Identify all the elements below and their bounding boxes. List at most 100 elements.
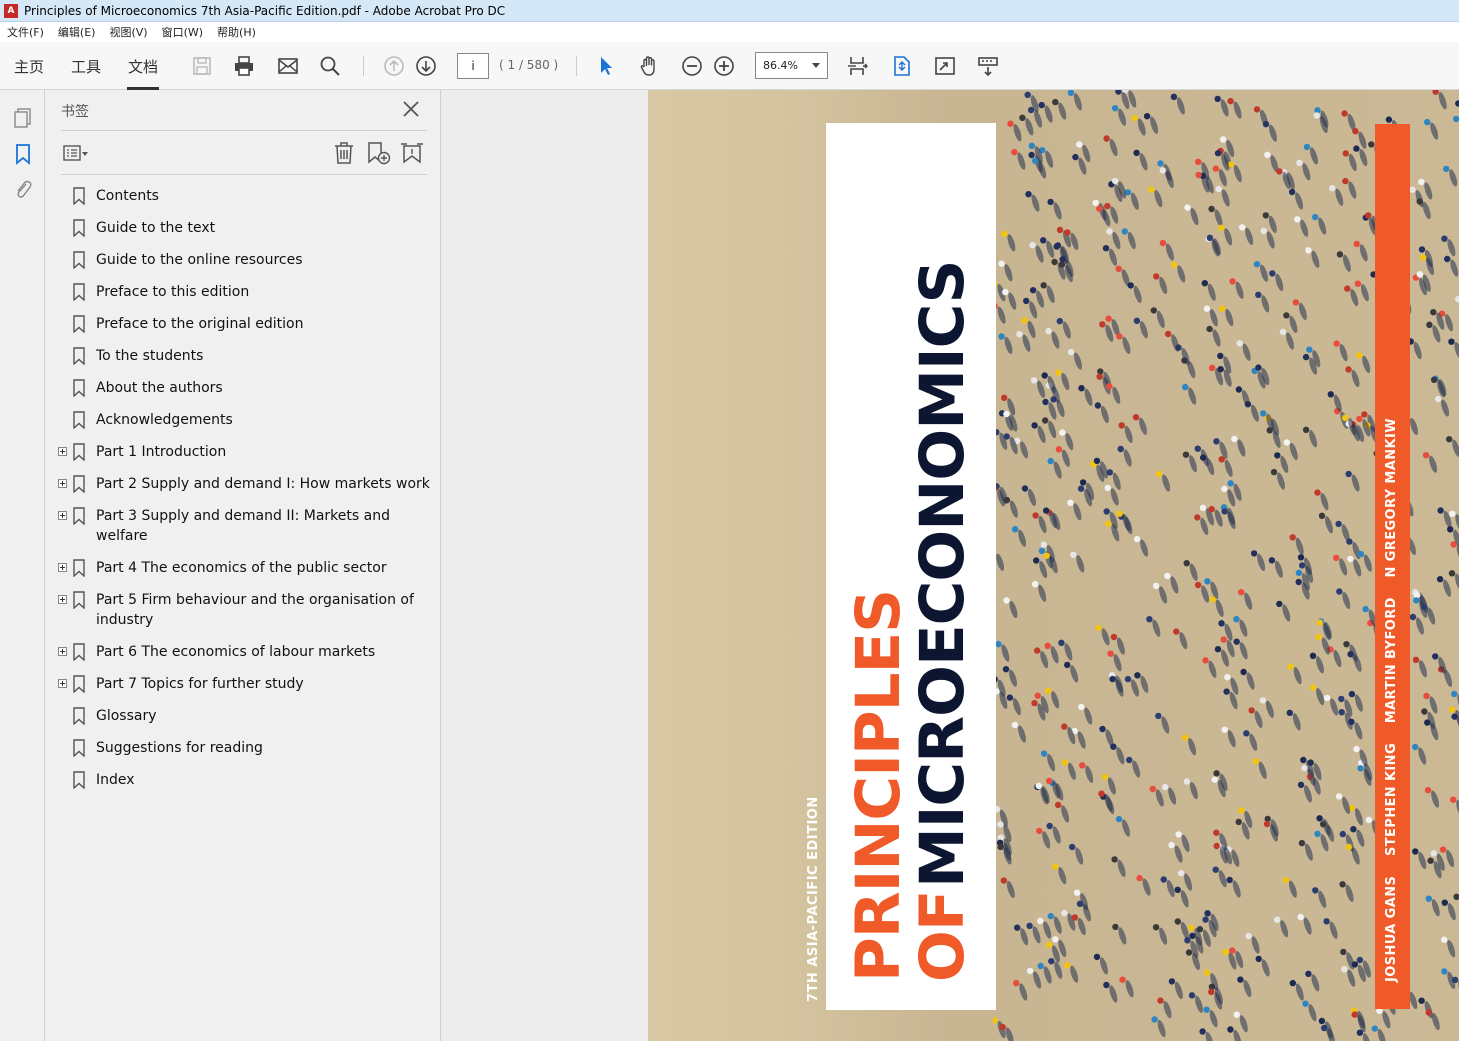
expand-plus-icon[interactable]	[58, 679, 67, 688]
bookmark-item[interactable]: Index	[45, 770, 441, 790]
bookmark-label: Preface to this edition	[96, 284, 250, 300]
bookmark-item[interactable]: Part 1 Introduction	[45, 442, 441, 462]
tab-document[interactable]: 文档	[127, 42, 160, 90]
bookmark-item[interactable]: Part 2 Supply and demand I: How markets …	[45, 474, 441, 494]
tab-home[interactable]: 主页	[14, 42, 44, 90]
bookmark-label: To the students	[96, 348, 204, 364]
bookmark-item[interactable]: Part 5 Firm behaviour and the organisati…	[45, 590, 441, 630]
title-bar: A Principles of Microeconomics 7th Asia-…	[0, 0, 1459, 22]
menu-view[interactable]: 视图(V)	[102, 24, 154, 40]
bookmark-icon	[73, 739, 85, 758]
book-cover-page: 7TH ASIA-PACIFIC EDITION PRINCIPLES OF M…	[648, 90, 1459, 1041]
bookmark-item[interactable]: Guide to the online resources	[45, 250, 441, 270]
print-icon[interactable]	[232, 54, 256, 78]
bookmark-label: Guide to the text	[96, 220, 216, 236]
bookmark-label: Part 5 Firm behaviour and the organisati…	[96, 592, 414, 628]
zoom-in-icon[interactable]	[712, 54, 736, 78]
close-icon[interactable]	[400, 98, 422, 120]
bookmark-item[interactable]: Part 3 Supply and demand II: Markets and…	[45, 506, 441, 546]
bookmark-label: About the authors	[96, 380, 223, 396]
menu-file[interactable]: 文件(F)	[0, 24, 51, 40]
bookmark-item[interactable]: Guide to the text	[45, 218, 441, 238]
select-tool-icon[interactable]	[594, 54, 618, 78]
delete-bookmark-icon[interactable]	[331, 140, 357, 166]
divider	[61, 174, 427, 175]
bookmark-label: Part 1 Introduction	[96, 444, 227, 460]
bookmark-label: Part 3 Supply and demand II: Markets and…	[96, 508, 390, 544]
bookmark-icon	[73, 219, 85, 238]
email-icon[interactable]	[276, 54, 300, 78]
expand-plus-icon[interactable]	[58, 511, 67, 520]
bookmark-item[interactable]: Part 6 The economics of labour markets	[45, 642, 441, 662]
bookmark-icon	[73, 379, 85, 398]
bookmark-item[interactable]: Preface to the original edition	[45, 314, 441, 334]
bookmark-label: Suggestions for reading	[96, 740, 263, 756]
cover-title-of: OF	[907, 890, 978, 982]
attachments-icon[interactable]	[11, 178, 35, 202]
bookmark-label: Acknowledgements	[96, 412, 233, 428]
hand-tool-icon[interactable]	[637, 54, 661, 78]
cover-title-microeconomics: MICROECONOMICS	[907, 260, 978, 888]
menu-bar: 文件(F) 编辑(E) 视图(V) 窗口(W) 帮助(H)	[0, 22, 1459, 42]
bookmark-icon	[73, 771, 85, 790]
bookmark-options-icon[interactable]	[62, 140, 88, 166]
expand-plus-icon[interactable]	[58, 563, 67, 572]
menu-edit[interactable]: 编辑(E)	[51, 24, 103, 40]
previous-page-icon[interactable]	[382, 54, 406, 78]
page-number-input[interactable]: i	[457, 53, 489, 79]
fit-page-icon[interactable]	[890, 54, 914, 78]
bookmark-item[interactable]: Contents	[45, 186, 441, 206]
toolbar-divider	[363, 56, 364, 76]
bookmark-label: Part 6 The economics of labour markets	[96, 644, 376, 660]
menu-window[interactable]: 窗口(W)	[155, 24, 210, 40]
toolbar-divider	[576, 56, 577, 76]
window-title: Principles of Microeconomics 7th Asia-Pa…	[24, 3, 506, 18]
save-icon[interactable]	[190, 54, 214, 78]
bookmark-item[interactable]: To the students	[45, 346, 441, 366]
bookmark-label: Part 4 The economics of the public secto…	[96, 560, 387, 576]
bookmark-item[interactable]: Suggestions for reading	[45, 738, 441, 758]
chevron-down-icon	[812, 63, 820, 68]
expand-plus-icon[interactable]	[58, 647, 67, 656]
bookmark-item[interactable]: Preface to this edition	[45, 282, 441, 302]
panel-title: 书签	[61, 104, 89, 120]
bookmark-label: Preface to the original edition	[96, 316, 304, 332]
expand-bookmark-icon[interactable]	[399, 140, 425, 166]
expand-plus-icon[interactable]	[58, 479, 67, 488]
bookmark-icon	[73, 411, 85, 430]
zoom-out-icon[interactable]	[680, 54, 704, 78]
page-thumbnails-icon[interactable]	[11, 106, 35, 130]
bookmark-list: Contents Guide to the text Guide to the on…	[45, 186, 441, 802]
bookmarks-icon[interactable]	[11, 142, 35, 166]
bookmark-item[interactable]: Glossary	[45, 706, 441, 726]
cover-authors: JOSHUA GANS STEPHEN KING MARTIN BYFORD N…	[1384, 418, 1399, 982]
menu-help[interactable]: 帮助(H)	[210, 24, 263, 40]
keyboard-tools-icon[interactable]	[976, 54, 1000, 78]
new-bookmark-icon[interactable]	[365, 140, 391, 166]
next-page-icon[interactable]	[414, 54, 438, 78]
bookmark-item[interactable]: Acknowledgements	[45, 410, 441, 430]
cover-edition-label: 7TH ASIA-PACIFIC EDITION	[806, 796, 821, 1002]
tab-tools[interactable]: 工具	[71, 42, 101, 90]
scroll-mode-icon[interactable]	[846, 54, 870, 78]
bookmark-item[interactable]: About the authors	[45, 378, 441, 398]
page-count-label: ( 1 / 580 )	[499, 58, 559, 72]
bookmark-label: Index	[96, 772, 135, 788]
bookmark-item[interactable]: Part 7 Topics for further study	[45, 674, 441, 694]
full-screen-icon[interactable]	[933, 54, 957, 78]
bookmark-label: Part 2 Supply and demand I: How markets …	[96, 476, 430, 492]
acrobat-app-icon: A	[4, 3, 18, 18]
bookmark-item[interactable]: Part 4 The economics of the public secto…	[45, 558, 441, 578]
expand-plus-icon[interactable]	[58, 595, 67, 604]
navigation-rail	[0, 90, 45, 1041]
bookmark-label: Part 7 Topics for further study	[96, 676, 304, 692]
divider	[61, 130, 427, 131]
search-icon[interactable]	[318, 54, 342, 78]
bookmark-icon	[73, 347, 85, 366]
bookmarks-panel: 书签 Contents Guide to the text Guide to the…	[45, 90, 441, 1041]
bookmark-icon	[73, 591, 85, 610]
zoom-level-dropdown[interactable]: 86.4%	[755, 52, 828, 79]
bookmark-icon	[73, 675, 85, 694]
bookmark-icon	[73, 643, 85, 662]
expand-plus-icon[interactable]	[58, 447, 67, 456]
